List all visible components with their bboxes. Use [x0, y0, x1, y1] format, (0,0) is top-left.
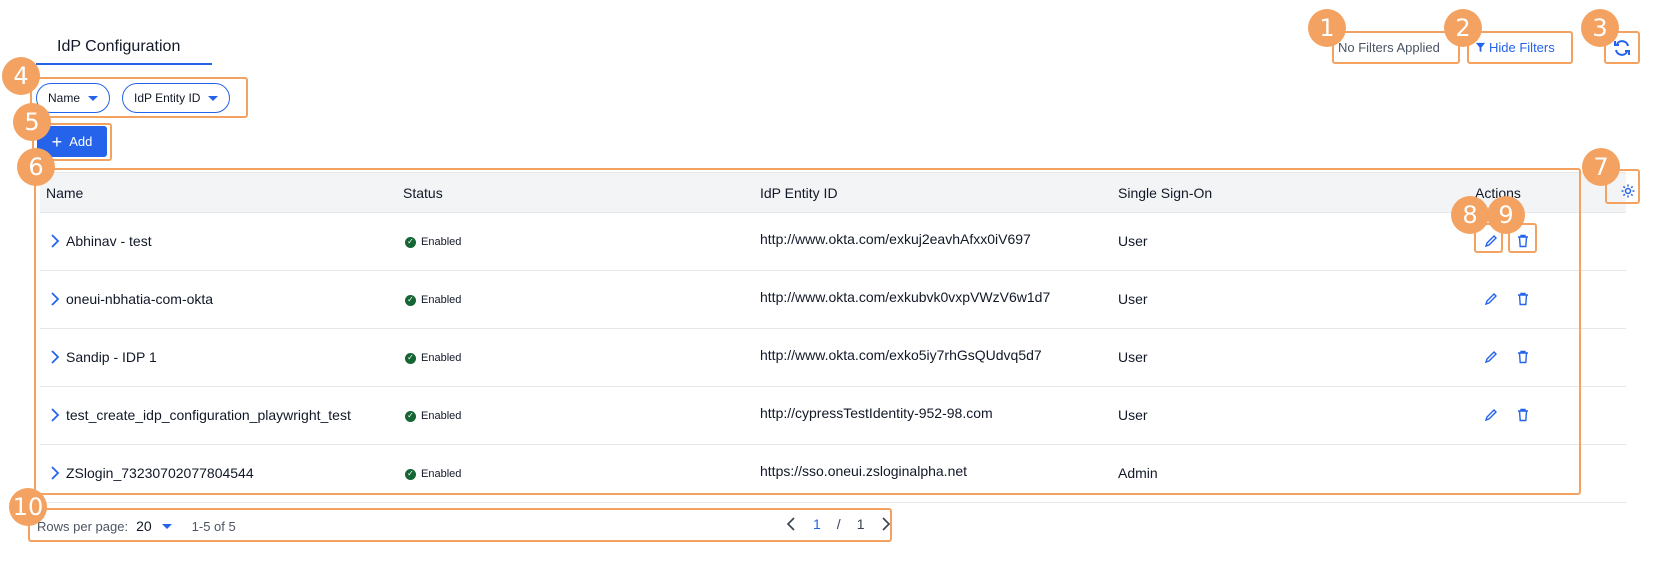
edit-pencil-icon[interactable] [1483, 233, 1499, 249]
no-filters-applied-text: No Filters Applied [1338, 40, 1440, 55]
tab-active-indicator [36, 63, 212, 65]
table-row[interactable]: Abhinav - test ✓ Enabled http://www.okta… [40, 213, 1626, 271]
annotation-badge: 8 [1451, 196, 1489, 234]
status-badge: ✓ Enabled [405, 352, 461, 364]
annotation-badge: 10 [9, 488, 47, 526]
table-row[interactable]: test_create_idp_configuration_playwright… [40, 387, 1626, 445]
chevron-right-icon[interactable] [48, 407, 62, 423]
table-header: Name Status IdP Entity ID Single Sign-On… [40, 172, 1626, 213]
table-row[interactable]: Sandip - IDP 1 ✓ Enabled http://www.okta… [40, 329, 1626, 387]
row-entity-id: http://www.okta.com/exkubvk0vxpVWzV6w1d7 [760, 289, 1051, 305]
row-entity-id: https://sso.oneui.zsloginalpha.net [760, 463, 968, 479]
rows-per-page-select[interactable]: 20 [136, 518, 152, 534]
status-text: Enabled [421, 294, 462, 306]
refresh-icon[interactable] [1612, 38, 1632, 58]
row-single-sign-on: User [1118, 291, 1148, 307]
annotation-badge: 6 [17, 148, 55, 186]
filter-name-dropdown[interactable]: Name [36, 83, 111, 113]
delete-trash-icon[interactable] [1515, 233, 1531, 249]
row-name: test_create_idp_configuration_playwright… [66, 407, 351, 423]
row-name: Sandip - IDP 1 [66, 349, 157, 365]
row-name: Abhinav - test [66, 233, 152, 249]
row-single-sign-on: Admin [1118, 465, 1158, 481]
row-single-sign-on: User [1118, 233, 1148, 249]
row-single-sign-on: User [1118, 407, 1148, 423]
table-body: Abhinav - test ✓ Enabled http://www.okta… [40, 213, 1626, 503]
total-pages: 1 [856, 516, 865, 532]
edit-pencil-icon[interactable] [1483, 349, 1499, 365]
status-badge: ✓ Enabled [405, 410, 461, 422]
row-name: oneui-nbhatia-com-okta [66, 291, 214, 307]
chevron-right-icon[interactable] [48, 291, 62, 307]
annotation-badge: 4 [2, 57, 40, 95]
filter-icon [1475, 42, 1486, 53]
table-row[interactable]: oneui-nbhatia-com-okta ✓ Enabled http://… [40, 271, 1626, 329]
delete-trash-icon[interactable] [1515, 291, 1531, 307]
chevron-left-icon[interactable] [785, 516, 797, 532]
status-badge: ✓ Enabled [405, 294, 461, 306]
check-circle-icon: ✓ [405, 352, 416, 364]
hide-filters-button[interactable]: Hide Filters [1475, 40, 1555, 55]
pagination-bar: Rows per page: 20 1-5 of 5 [37, 518, 236, 534]
column-header-name[interactable]: Name [46, 185, 83, 201]
edit-pencil-icon[interactable] [1483, 291, 1499, 307]
chevron-right-icon[interactable] [48, 233, 62, 249]
chevron-right-icon[interactable] [48, 349, 62, 365]
status-text: Enabled [421, 236, 462, 248]
edit-pencil-icon[interactable] [1483, 407, 1499, 423]
delete-trash-icon[interactable] [1515, 407, 1531, 423]
tab-idp-configuration[interactable]: IdP Configuration [57, 38, 180, 56]
row-entity-id: http://www.okta.com/exko5iy7rhGsQUdvq5d7 [760, 347, 1042, 363]
filter-name-label: Name [48, 91, 81, 105]
pagination-range: 1-5 of 5 [191, 518, 236, 534]
status-text: Enabled [421, 468, 462, 480]
annotation-badge: 2 [1444, 9, 1482, 47]
current-page[interactable]: 1 [813, 516, 821, 532]
check-circle-icon: ✓ [405, 236, 416, 248]
column-header-status[interactable]: Status [403, 185, 443, 201]
page-separator: / [836, 516, 841, 532]
pager: 1 / 1 [785, 516, 892, 532]
table-row[interactable]: ZSlogin_73230702077804544 ✓ Enabled http… [40, 445, 1626, 503]
check-circle-icon: ✓ [405, 294, 416, 306]
check-circle-icon: ✓ [405, 410, 416, 422]
rows-per-page-label: Rows per page: [37, 518, 129, 534]
filter-idp-entity-id-dropdown[interactable]: IdP Entity ID [122, 83, 231, 113]
caret-down-icon[interactable] [161, 523, 172, 529]
hide-filters-label: Hide Filters [1489, 40, 1555, 55]
row-entity-id: http://www.okta.com/exkuj2eavhAfxx0iV697 [760, 231, 1031, 247]
column-header-single-sign-on[interactable]: Single Sign-On [1118, 185, 1212, 201]
check-circle-icon: ✓ [405, 468, 416, 480]
chevron-right-icon[interactable] [48, 465, 62, 481]
status-text: Enabled [421, 410, 462, 422]
status-badge: ✓ Enabled [405, 468, 461, 480]
row-entity-id: http://cypressTestIdentity-952-98.com [760, 405, 993, 421]
annotation-badge: 1 [1308, 9, 1346, 47]
caret-down-icon [88, 95, 99, 101]
idp-table: Name Status IdP Entity ID Single Sign-On… [40, 172, 1626, 503]
caret-down-icon [208, 95, 219, 101]
chevron-right-icon[interactable] [880, 516, 892, 532]
annotation-badge: 5 [13, 103, 51, 141]
status-text: Enabled [421, 352, 462, 364]
annotation-badge: 3 [1581, 9, 1619, 47]
annotation-badge: 9 [1487, 196, 1525, 234]
status-badge: ✓ Enabled [405, 236, 461, 248]
row-name: ZSlogin_73230702077804544 [66, 465, 254, 481]
annotation-badge: 7 [1582, 148, 1620, 186]
delete-trash-icon[interactable] [1515, 349, 1531, 365]
plus-icon: + [51, 131, 63, 152]
row-single-sign-on: User [1118, 349, 1148, 365]
filter-idp-entity-id-label: IdP Entity ID [134, 91, 201, 105]
column-header-idp-entity-id[interactable]: IdP Entity ID [760, 185, 838, 201]
gear-icon[interactable] [1620, 183, 1636, 199]
add-button-label: Add [69, 134, 93, 149]
